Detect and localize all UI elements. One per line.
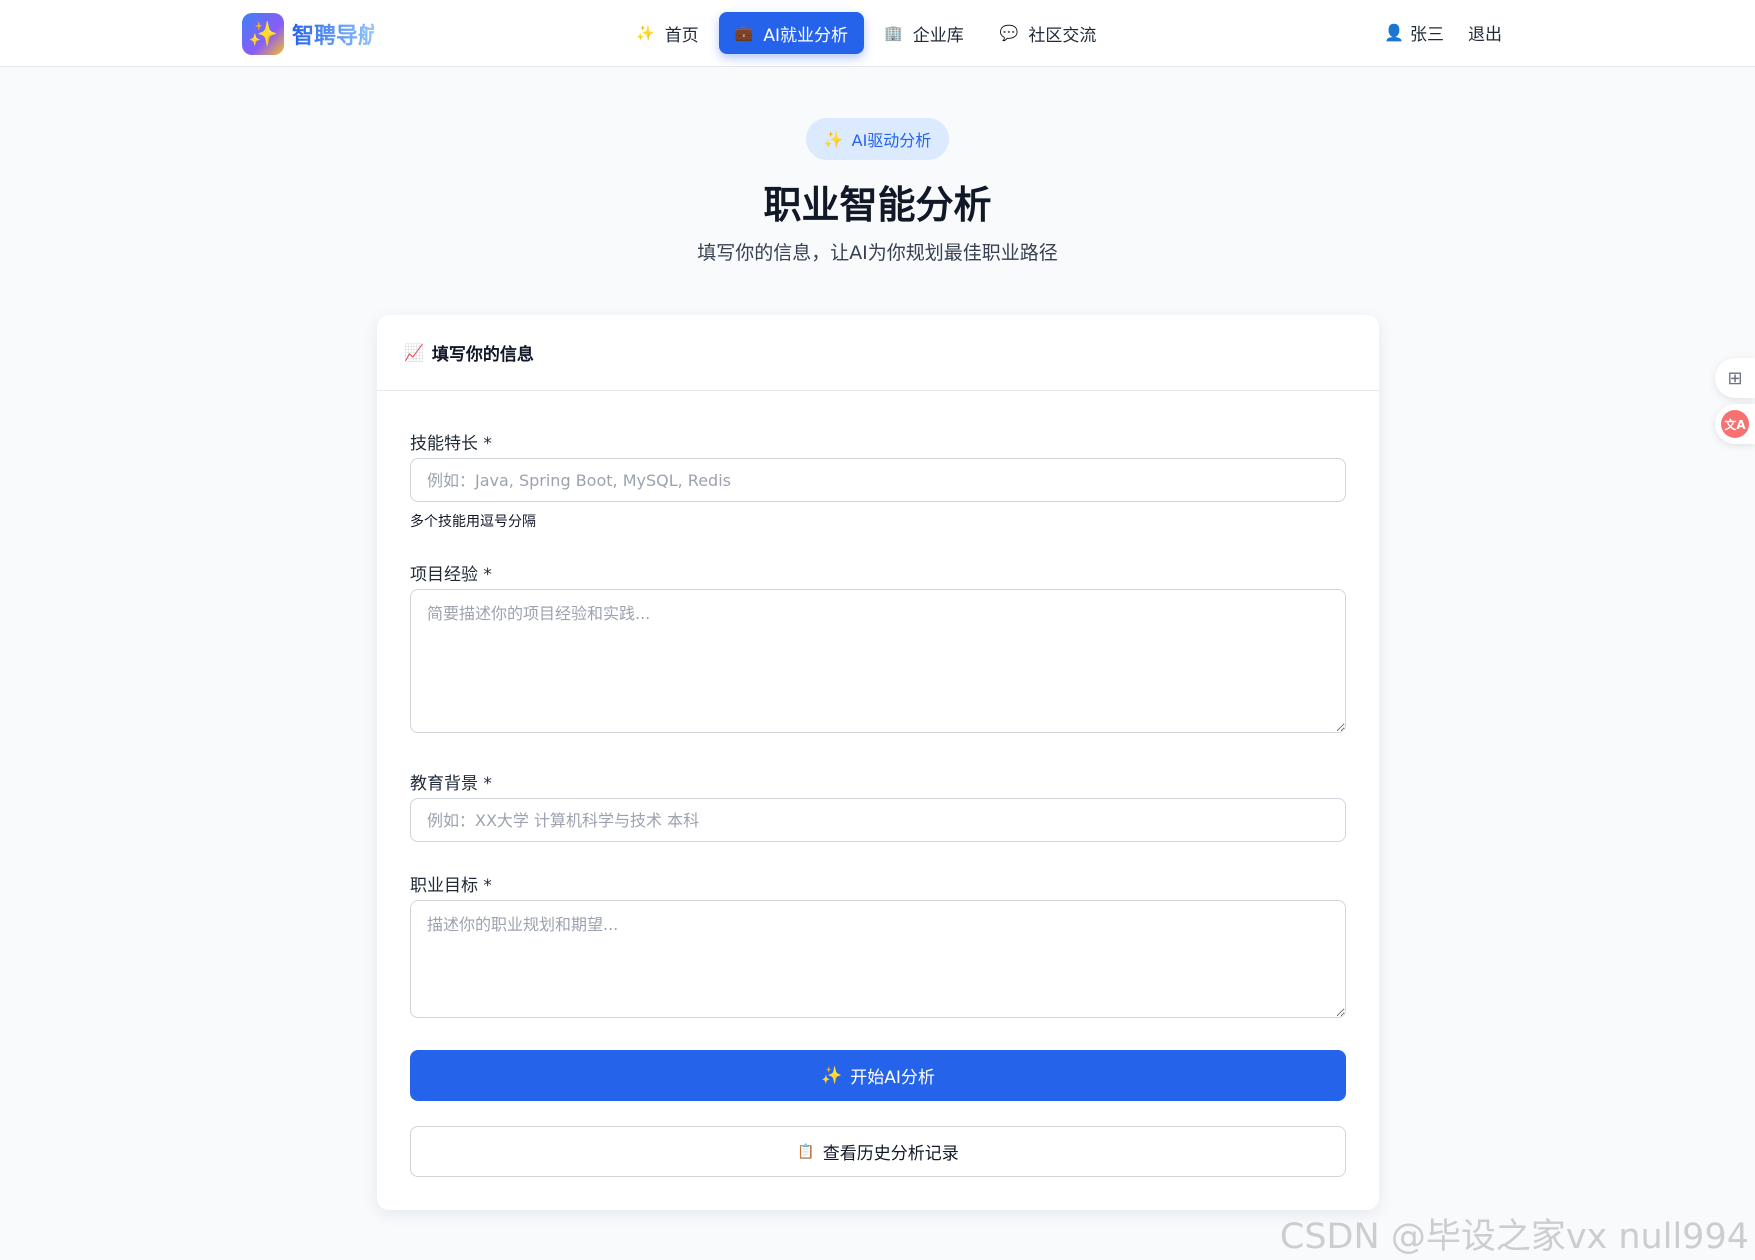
card-title: 填写你的信息 — [431, 345, 534, 365]
sparkle-icon: ✨ — [242, 13, 284, 55]
translate-icon: 文A — [1721, 410, 1749, 438]
user-name: 张三 — [1410, 25, 1444, 45]
nav-item-label: AI就业分析 — [763, 25, 849, 46]
start-analysis-button[interactable]: ✨ 开始AI分析 — [410, 1050, 1346, 1101]
nav-item-label: 首页 — [664, 25, 699, 46]
view-history-label: 查看历史分析记录 — [822, 1144, 959, 1164]
card-header: 📈 填写你的信息 — [377, 315, 1379, 391]
page-subtitle: 填写你的信息，让AI为你规划最佳职业路径 — [697, 242, 1058, 264]
clipboard-icon: 📋 — [797, 1143, 815, 1160]
projects-textarea[interactable] — [410, 589, 1346, 733]
goal-textarea[interactable] — [410, 900, 1346, 1018]
watermark: CSDN @毕设之家vx null994 — [1279, 1217, 1749, 1257]
user-area: 👤 张三 退出 — [1384, 20, 1502, 45]
nav-item-label: 企业库 — [912, 25, 964, 46]
building-icon: 🏢 — [884, 24, 903, 42]
translate-button[interactable]: 文A — [1715, 404, 1755, 444]
view-history-button[interactable]: 📋 查看历史分析记录 — [410, 1126, 1346, 1177]
brand-logo[interactable]: ✨ 智聘导航 — [242, 13, 374, 55]
skills-label: 技能特长 * — [410, 434, 492, 454]
education-input[interactable] — [410, 798, 1346, 842]
main-nav: ✨ 首页 💼 AI就业分析 🏢 企业库 💬 社区交流 — [620, 11, 1116, 55]
grid-plus-icon: ⊞ — [1727, 367, 1743, 389]
goal-label: 职业目标 * — [410, 876, 492, 896]
sparkle-icon: ✨ — [636, 24, 655, 42]
user-menu[interactable]: 👤 张三 — [1384, 20, 1444, 45]
sparkle-icon: ✨ — [823, 129, 844, 149]
ai-badge-label: AI驱动分析 — [851, 131, 932, 150]
nav-item-community[interactable]: 💬 社区交流 — [984, 12, 1113, 54]
nav-item-home[interactable]: ✨ 首页 — [620, 12, 715, 54]
nav-item-ai-analysis[interactable]: 💼 AI就业分析 — [718, 12, 865, 54]
briefcase-icon: 💼 — [734, 24, 754, 42]
nav-item-companies[interactable]: 🏢 企业库 — [868, 12, 980, 54]
top-navbar: ✨ 智聘导航 ✨ 首页 💼 AI就业分析 🏢 企业库 💬 社区交流 👤 张三 退… — [0, 0, 1755, 67]
page-title: 职业智能分析 — [763, 183, 992, 227]
ai-badge: ✨ AI驱动分析 — [806, 118, 949, 160]
chart-icon: 📈 — [404, 343, 424, 362]
sparkle-icon: ✨ — [821, 1065, 843, 1086]
brand-name: 智聘导航 — [292, 18, 374, 50]
skills-hint: 多个技能用逗号分隔 — [410, 514, 536, 530]
user-icon: 👤 — [1384, 23, 1404, 42]
start-analysis-label: 开始AI分析 — [850, 1068, 935, 1088]
chat-bubble-icon: 💬 — [999, 24, 1019, 42]
info-form-card: 📈 填写你的信息 技能特长 * 多个技能用逗号分隔 项目经验 * 教育背景 * … — [377, 315, 1379, 1210]
projects-label: 项目经验 * — [410, 565, 492, 585]
side-toolbar: ⊞ 文A — [1711, 358, 1755, 450]
logout-link[interactable]: 退出 — [1468, 20, 1502, 45]
education-label: 教育背景 * — [410, 774, 492, 794]
app-grid-button[interactable]: ⊞ — [1715, 358, 1755, 398]
skills-input[interactable] — [410, 458, 1346, 502]
nav-item-label: 社区交流 — [1028, 25, 1097, 46]
